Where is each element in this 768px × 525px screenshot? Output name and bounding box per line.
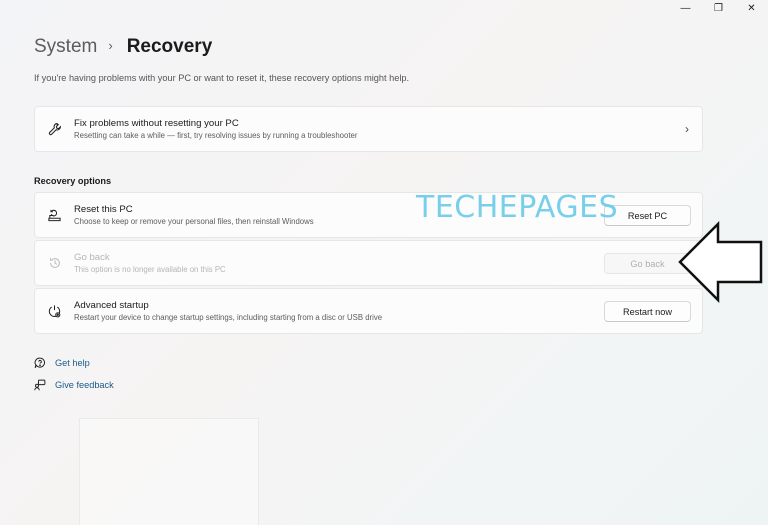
- history-icon: [35, 256, 74, 270]
- get-help-link[interactable]: Get help: [34, 357, 90, 369]
- feedback-icon: [34, 379, 55, 391]
- annotation-arrow-icon: [678, 221, 763, 303]
- close-button[interactable]: ✕: [735, 0, 768, 16]
- page-title: Recovery: [126, 36, 213, 57]
- fix-problems-title: Fix problems without resetting your PC: [74, 117, 239, 129]
- advanced-startup-card: Advanced startup Restart your device to …: [34, 288, 703, 334]
- fix-problems-card[interactable]: Fix problems without resetting your PC R…: [34, 106, 703, 152]
- watermark-logo: TECHEPAGES: [416, 190, 619, 225]
- reset-pc-icon: [35, 208, 74, 222]
- minimize-button[interactable]: —: [669, 0, 702, 16]
- window-controls: — ❐ ✕: [669, 0, 768, 16]
- help-icon: [34, 357, 55, 369]
- wrench-icon: [35, 122, 74, 136]
- recovery-options-heading: Recovery options: [34, 176, 112, 186]
- fix-problems-text: Fix problems without resetting your PC R…: [74, 118, 672, 141]
- give-feedback-link[interactable]: Give feedback: [34, 379, 114, 391]
- fix-problems-description: Resetting can take a while — first, try …: [74, 130, 358, 140]
- breadcrumb-separator: ›: [108, 38, 113, 53]
- background-panel: [79, 418, 259, 525]
- restart-now-button[interactable]: Restart now: [604, 301, 691, 322]
- breadcrumb: System › Recovery: [34, 36, 212, 58]
- breadcrumb-system-link[interactable]: System: [34, 36, 97, 58]
- page-description: If you're having problems with your PC o…: [34, 73, 410, 83]
- advanced-startup-icon: [35, 304, 74, 319]
- restore-button[interactable]: ❐: [702, 0, 735, 16]
- get-help-label[interactable]: Get help: [55, 358, 90, 368]
- chevron-right-icon: ›: [685, 122, 689, 136]
- give-feedback-label[interactable]: Give feedback: [55, 380, 114, 390]
- go-back-card: Go back This option is no longer availab…: [34, 240, 703, 286]
